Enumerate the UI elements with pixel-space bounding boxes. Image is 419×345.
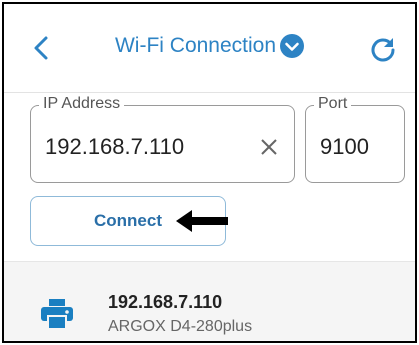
printer-icon (41, 299, 73, 329)
port-label: Port (314, 95, 352, 113)
dropdown-caret-icon[interactable] (280, 34, 305, 58)
connect-button-label: Connect (94, 211, 162, 230)
top-bar: Wi-Fi Connection (4, 4, 415, 93)
title-group[interactable]: Wi-Fi Connection (4, 34, 415, 58)
app-frame: Wi-Fi Connection IP Address 192.168.7.11… (2, 2, 417, 343)
left-arrow-icon (176, 210, 228, 232)
port-value[interactable]: 9100 (320, 134, 369, 160)
ip-address-value[interactable]: 192.168.7.110 (45, 134, 184, 160)
ip-address-field[interactable]: IP Address 192.168.7.110 (30, 95, 295, 183)
device-ip[interactable]: 192.168.7.110 (108, 292, 222, 313)
clear-icon[interactable] (258, 136, 280, 158)
ip-address-label: IP Address (39, 95, 125, 113)
page-title: Wi-Fi Connection (114, 34, 277, 57)
device-name: ARGOX D4-280plus (108, 318, 253, 335)
port-field[interactable]: Port 9100 (305, 95, 405, 183)
refresh-icon[interactable] (369, 35, 397, 63)
